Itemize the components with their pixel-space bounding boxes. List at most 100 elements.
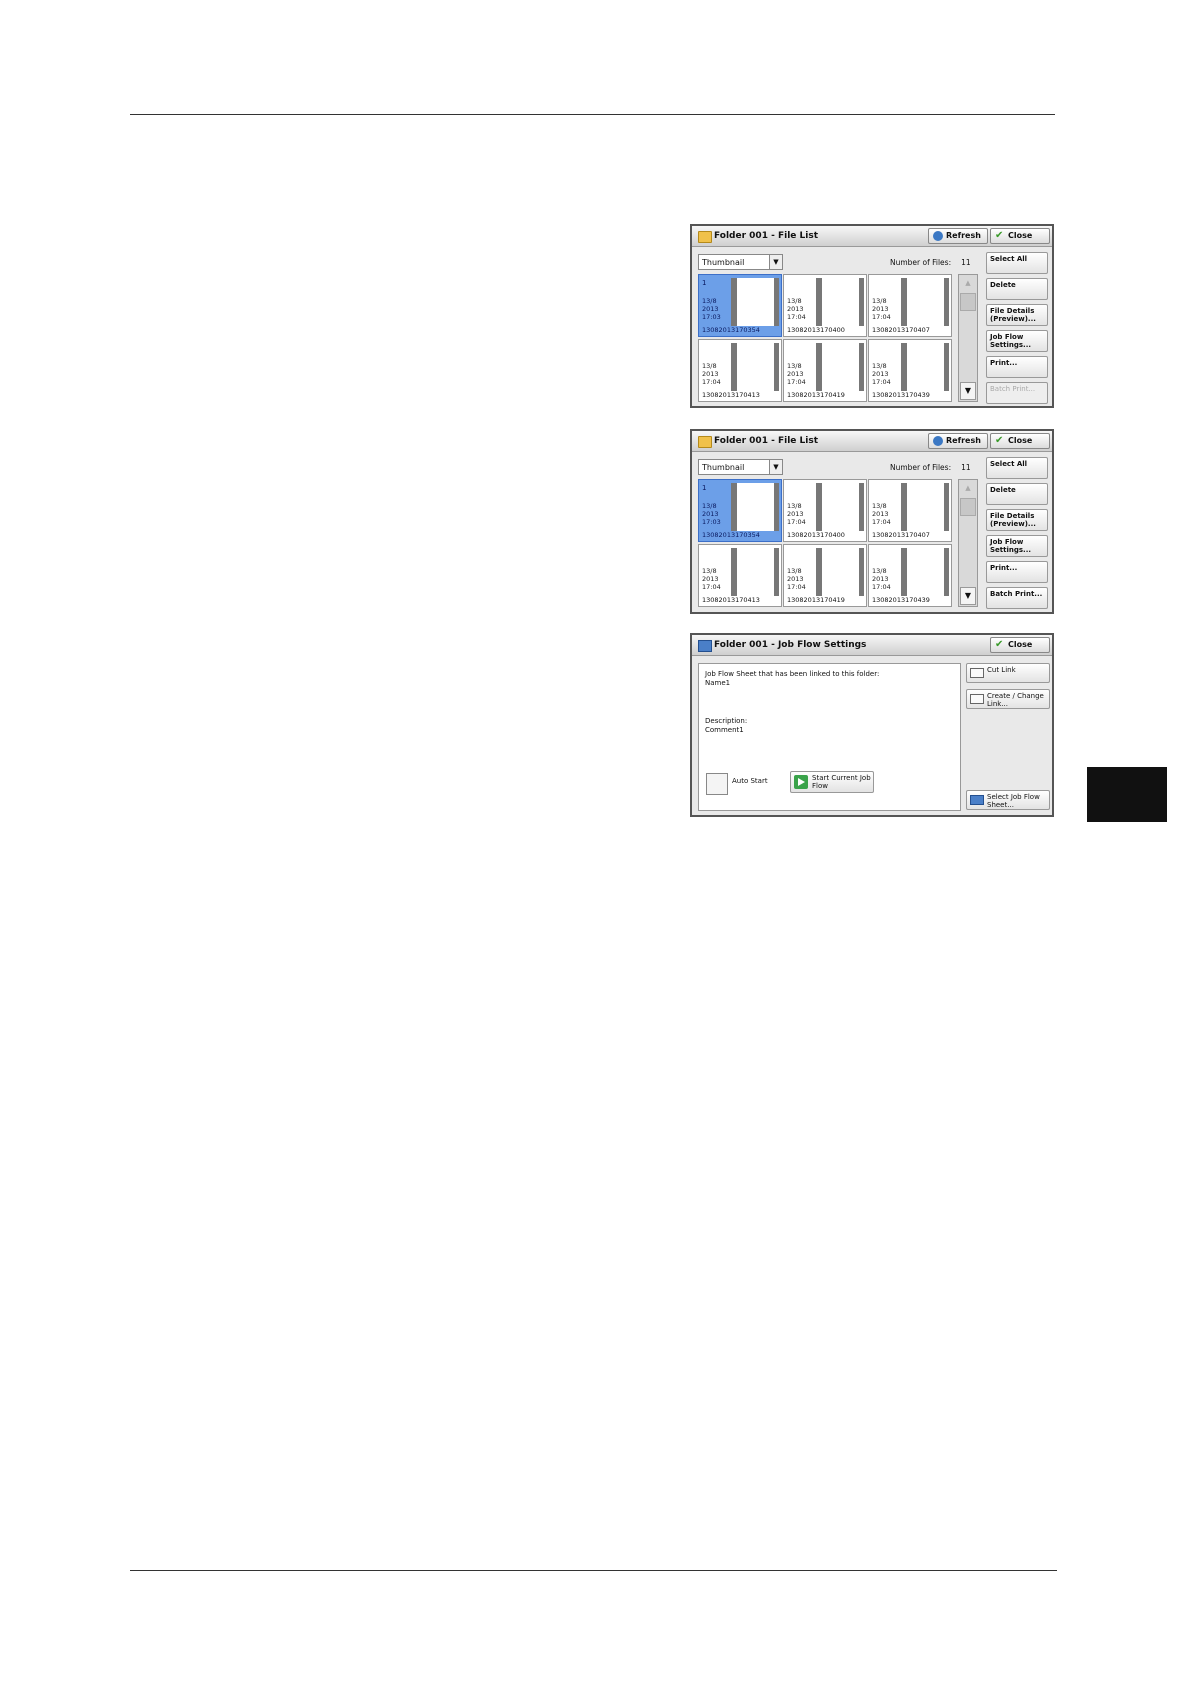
- scroll-down-button[interactable]: ▼: [960, 587, 976, 605]
- screen-title: Folder 001 - File List: [714, 231, 818, 241]
- delete-button[interactable]: Delete: [986, 483, 1048, 505]
- job-flow-sheet-icon: [970, 795, 984, 805]
- scroll-up-icon[interactable]: ▲: [959, 275, 977, 291]
- file-date: 13/8 2013 17:04: [787, 297, 806, 321]
- view-mode-dropdown[interactable]: Thumbnail ▼: [698, 254, 783, 270]
- title-bar: Folder 001 - File List Refresh ✔ Close: [692, 226, 1052, 247]
- scroll-thumb[interactable]: [960, 498, 976, 516]
- file-name: 13082013170439: [872, 596, 930, 604]
- file-date: 13/8 2013 17:04: [872, 297, 891, 321]
- start-current-job-flow-button[interactable]: Start Current Job Flow: [790, 771, 874, 793]
- scroll-up-icon[interactable]: ▲: [959, 480, 977, 496]
- file-date: 13/8 2013 17:03: [702, 297, 721, 321]
- refresh-icon: [933, 231, 943, 241]
- file-name: 13082013170419: [787, 391, 845, 399]
- select-job-flow-sheet-button[interactable]: Select Job Flow Sheet...: [966, 790, 1050, 810]
- file-index: 1: [702, 484, 707, 492]
- scroll-down-button[interactable]: ▼: [960, 382, 976, 400]
- file-date: 13/8 2013 17:04: [787, 502, 806, 526]
- document-thumbnail-icon: [816, 278, 864, 326]
- header-rule: [130, 114, 1055, 115]
- file-name: 13082013170400: [787, 326, 845, 334]
- file-name: 13082013170400: [787, 531, 845, 539]
- title-bar: Folder 001 - Job Flow Settings ✔ Close: [692, 635, 1052, 656]
- file-thumbnail[interactable]: 13/8 2013 17:04 13082013170419: [783, 544, 867, 607]
- close-button[interactable]: ✔ Close: [990, 637, 1050, 653]
- file-date: 13/8 2013 17:04: [787, 567, 806, 591]
- check-icon: ✔: [995, 435, 1004, 446]
- number-of-files: Number of Files: 11: [890, 463, 971, 472]
- batch-print-button[interactable]: Batch Print...: [986, 382, 1048, 404]
- screen-title: Folder 001 - File List: [714, 436, 818, 446]
- chevron-down-icon: ▼: [769, 460, 782, 474]
- file-name: 13082013170413: [702, 596, 760, 604]
- file-details-button[interactable]: File Details (Preview)...: [986, 304, 1048, 326]
- scrollbar[interactable]: ▲ ▼: [958, 274, 978, 402]
- document-thumbnail-icon: [816, 483, 864, 531]
- number-of-files: Number of Files: 11: [890, 258, 971, 267]
- file-grid: 1 13/8 2013 17:03 13082013170354 13/8 2013 …: [698, 274, 958, 404]
- select-all-button[interactable]: Select All: [986, 457, 1048, 479]
- close-button[interactable]: ✔ Close: [990, 228, 1050, 244]
- cut-link-button[interactable]: Cut Link: [966, 663, 1050, 683]
- print-button[interactable]: Print...: [986, 356, 1048, 378]
- check-icon: ✔: [995, 230, 1004, 241]
- document-thumbnail-icon: [731, 483, 779, 531]
- file-thumbnail[interactable]: 13/8 2013 17:04 13082013170439: [868, 544, 952, 607]
- select-all-button[interactable]: Select All: [986, 252, 1048, 274]
- file-name: 13082013170354: [702, 531, 760, 539]
- file-thumbnail[interactable]: 13/8 2013 17:04 13082013170439: [868, 339, 952, 402]
- create-change-link-button[interactable]: Create / Change Link...: [966, 689, 1050, 709]
- job-flow-icon: [698, 640, 712, 652]
- file-name: 13082013170419: [787, 596, 845, 604]
- check-icon: ✔: [995, 639, 1004, 650]
- file-thumbnail[interactable]: 13/8 2013 17:04 13082013170407: [868, 479, 952, 542]
- file-name: 13082013170407: [872, 326, 930, 334]
- print-button[interactable]: Print...: [986, 561, 1048, 583]
- refresh-button[interactable]: Refresh: [928, 433, 988, 449]
- folder-icon: [698, 231, 712, 243]
- cut-link-icon: [970, 668, 984, 678]
- file-thumbnail[interactable]: 1 13/8 2013 17:03 13082013170354: [698, 479, 782, 542]
- close-button[interactable]: ✔ Close: [990, 433, 1050, 449]
- file-thumbnail[interactable]: 13/8 2013 17:04 13082013170407: [868, 274, 952, 337]
- link-icon: [970, 694, 984, 704]
- job-flow-settings-button[interactable]: Job Flow Settings...: [986, 535, 1048, 557]
- file-thumbnail[interactable]: 1 13/8 2013 17:03 13082013170354: [698, 274, 782, 337]
- file-name: 13082013170407: [872, 531, 930, 539]
- job-flow-settings-screen: Folder 001 - Job Flow Settings ✔ Close J…: [690, 633, 1054, 817]
- file-date: 13/8 2013 17:04: [702, 362, 721, 386]
- footer-rule: [130, 1570, 1057, 1571]
- document-thumbnail-icon: [816, 548, 864, 596]
- folder-icon: [698, 436, 712, 448]
- scrollbar[interactable]: ▲ ▼: [958, 479, 978, 607]
- refresh-button[interactable]: Refresh: [928, 228, 988, 244]
- file-index: 1: [702, 279, 707, 287]
- title-bar: Folder 001 - File List Refresh ✔ Close: [692, 431, 1052, 452]
- document-thumbnail-icon: [816, 343, 864, 391]
- view-mode-dropdown[interactable]: Thumbnail ▼: [698, 459, 783, 475]
- file-date: 13/8 2013 17:04: [872, 502, 891, 526]
- file-details-button[interactable]: File Details (Preview)...: [986, 509, 1048, 531]
- file-date: 13/8 2013 17:04: [787, 362, 806, 386]
- description-value: Comment1: [705, 726, 744, 734]
- refresh-icon: [933, 436, 943, 446]
- chevron-down-icon: ▼: [769, 255, 782, 269]
- file-list-screen-1: Folder 001 - File List Refresh ✔ Close T…: [690, 224, 1054, 408]
- file-thumbnail[interactable]: 13/8 2013 17:04 13082013170419: [783, 339, 867, 402]
- file-date: 13/8 2013 17:04: [872, 362, 891, 386]
- file-thumbnail[interactable]: 13/8 2013 17:04 13082013170400: [783, 479, 867, 542]
- file-name: 13082013170413: [702, 391, 760, 399]
- auto-start-checkbox[interactable]: [706, 773, 728, 795]
- document-thumbnail-icon: [901, 343, 949, 391]
- document-thumbnail-icon: [731, 278, 779, 326]
- file-thumbnail[interactable]: 13/8 2013 17:04 13082013170400: [783, 274, 867, 337]
- file-thumbnail[interactable]: 13/8 2013 17:04 13082013170413: [698, 544, 782, 607]
- file-thumbnail[interactable]: 13/8 2013 17:04 13082013170413: [698, 339, 782, 402]
- document-thumbnail-icon: [901, 548, 949, 596]
- batch-print-button[interactable]: Batch Print...: [986, 587, 1048, 609]
- job-flow-settings-button[interactable]: Job Flow Settings...: [986, 330, 1048, 352]
- delete-button[interactable]: Delete: [986, 278, 1048, 300]
- document-thumbnail-icon: [901, 278, 949, 326]
- scroll-thumb[interactable]: [960, 293, 976, 311]
